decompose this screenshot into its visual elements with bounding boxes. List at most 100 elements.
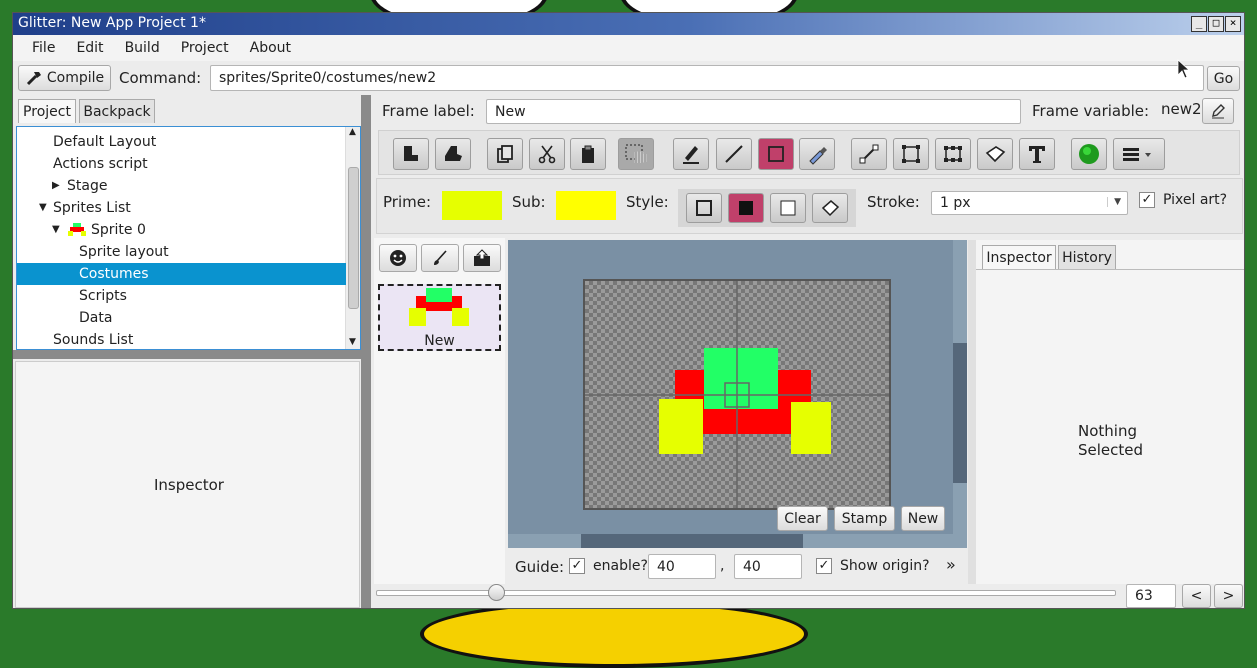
tab-project[interactable]: Project xyxy=(18,99,76,123)
frame-label-text: Frame label: xyxy=(382,102,475,120)
costume-paint-button[interactable] xyxy=(421,244,459,272)
edit-variable-button[interactable] xyxy=(1202,98,1234,124)
prev-button[interactable]: < xyxy=(1182,584,1211,608)
tree-item[interactable]: Default Layout xyxy=(17,131,346,153)
fill-icon xyxy=(404,146,418,161)
costume-import-button[interactable] xyxy=(463,244,501,272)
cut-button[interactable] xyxy=(529,138,565,170)
copy-button[interactable] xyxy=(487,138,523,170)
segment-button[interactable] xyxy=(851,138,887,170)
compile-label: Compile xyxy=(46,70,105,86)
canvas-hscroll[interactable] xyxy=(508,534,953,548)
style-filled-button[interactable] xyxy=(728,193,764,223)
eyedropper-button[interactable] xyxy=(799,138,835,170)
drawing-canvas[interactable] xyxy=(583,279,891,510)
tree-item[interactable]: Scripts xyxy=(17,285,346,307)
costume-name: New xyxy=(424,333,455,349)
color-ball-button[interactable] xyxy=(1071,138,1107,170)
scroll-up-icon[interactable]: ▲ xyxy=(349,127,356,137)
style-outline-button[interactable] xyxy=(686,193,722,223)
command-input[interactable]: sprites/Sprite0/costumes/new2 xyxy=(210,65,1204,91)
next-button[interactable]: > xyxy=(1214,584,1243,608)
tree-item-label: Sprites List xyxy=(53,200,131,216)
collapse-arrow-icon[interactable]: ▼ xyxy=(39,197,47,219)
menu-about[interactable]: About xyxy=(240,40,302,56)
tree-item[interactable]: ▼ Sprites List xyxy=(17,197,346,219)
frame-label-input[interactable]: New xyxy=(486,99,1021,124)
menu-edit[interactable]: Edit xyxy=(66,40,114,56)
tree-item[interactable]: ▶ Stage xyxy=(17,175,346,197)
tree-scrollbar[interactable]: ▲ ▼ xyxy=(345,127,360,349)
tab-history[interactable]: History xyxy=(1058,245,1116,269)
prime-color-swatch[interactable] xyxy=(442,191,502,220)
marquee-button[interactable] xyxy=(893,138,929,170)
new-button[interactable]: New xyxy=(901,506,945,531)
timeline-track[interactable] xyxy=(376,590,1116,596)
go-button[interactable]: Go xyxy=(1207,66,1240,91)
menu-icon xyxy=(1123,148,1151,161)
maximize-button[interactable]: □ xyxy=(1208,16,1224,32)
menu-build[interactable]: Build xyxy=(115,40,171,56)
text-button[interactable] xyxy=(1019,138,1055,170)
tree-item[interactable]: Sprite layout xyxy=(17,241,346,263)
title-bar[interactable]: Glitter: New App Project 1* _ □ × xyxy=(13,13,1244,35)
line-button[interactable] xyxy=(716,138,752,170)
guide-enable-checkbox[interactable]: ✓ xyxy=(569,558,585,574)
right-pane-divider[interactable] xyxy=(968,240,976,584)
eyedropper-icon xyxy=(809,147,827,165)
tree-item[interactable]: Data xyxy=(17,307,346,329)
minimize-button[interactable]: _ xyxy=(1191,16,1207,32)
tree-item[interactable]: ▼ Sprite 0 xyxy=(17,219,346,241)
canvas-vscroll[interactable] xyxy=(953,240,967,548)
project-tree: ▲ ▼ Default Layout Actions script ▶ Stage ▼ S… xyxy=(16,126,361,350)
tree-item[interactable]: Actions script xyxy=(17,153,346,175)
collapse-arrow-icon[interactable]: ▼ xyxy=(52,219,60,241)
costume-thumb[interactable]: New xyxy=(378,284,501,351)
smiley-icon xyxy=(390,250,406,266)
rectangle-button[interactable] xyxy=(758,138,794,170)
style-eraser-icon xyxy=(821,200,840,217)
close-button[interactable]: × xyxy=(1225,16,1241,32)
guide-more-button[interactable]: » xyxy=(946,555,956,574)
pencil-button[interactable] xyxy=(673,138,709,170)
tree-item[interactable]: Sounds List xyxy=(17,329,346,349)
stamp-button[interactable]: Stamp xyxy=(834,506,895,531)
pixel-art-checkbox[interactable]: ✓ xyxy=(1139,192,1155,208)
eraser-button[interactable] xyxy=(977,138,1013,170)
expand-arrow-icon[interactable]: ▶ xyxy=(52,175,60,197)
fill-alt-icon xyxy=(445,146,462,161)
guide-y-input[interactable]: 40 xyxy=(734,554,802,579)
tab-backpack[interactable]: Backpack xyxy=(79,99,155,123)
tree-item[interactable]: Costumes xyxy=(17,263,346,285)
scroll-thumb[interactable] xyxy=(348,167,359,309)
main-split-divider[interactable] xyxy=(361,95,371,608)
sprite-thumb-icon xyxy=(68,223,86,236)
menu-project[interactable]: Project xyxy=(171,40,240,56)
compile-button[interactable]: Compile xyxy=(18,65,111,91)
menu-file[interactable]: File xyxy=(13,40,66,56)
paste-button[interactable] xyxy=(570,138,606,170)
guide-enable-label: enable? xyxy=(593,558,648,574)
canvas-vscroll-thumb[interactable] xyxy=(953,343,967,483)
fill-button[interactable] xyxy=(393,138,429,170)
import-icon xyxy=(474,249,490,266)
stroke-select[interactable]: 1 px ▼ xyxy=(931,191,1128,215)
select-hand-button[interactable] xyxy=(618,138,654,170)
zoom-input[interactable]: 63 xyxy=(1126,584,1176,608)
sub-color-swatch[interactable] xyxy=(556,191,616,220)
guide-x-input[interactable]: 40 xyxy=(648,554,716,579)
clear-button[interactable]: Clear xyxy=(777,506,828,531)
desktop-decoration xyxy=(420,600,808,668)
fill-alt-button[interactable] xyxy=(435,138,471,170)
style-fill-only-button[interactable] xyxy=(770,193,806,223)
show-origin-checkbox[interactable]: ✓ xyxy=(816,558,832,574)
timeline-slider-thumb[interactable] xyxy=(488,584,505,601)
costume-emoji-button[interactable] xyxy=(379,244,417,272)
style-eraser-button[interactable] xyxy=(812,193,848,223)
menu-dropdown-button[interactable] xyxy=(1113,138,1165,170)
tab-inspector[interactable]: Inspector xyxy=(982,245,1056,269)
left-divider[interactable] xyxy=(13,350,361,359)
canvas-hscroll-thumb[interactable] xyxy=(581,534,803,548)
scroll-down-icon[interactable]: ▼ xyxy=(349,337,356,347)
transform-button[interactable] xyxy=(935,138,971,170)
